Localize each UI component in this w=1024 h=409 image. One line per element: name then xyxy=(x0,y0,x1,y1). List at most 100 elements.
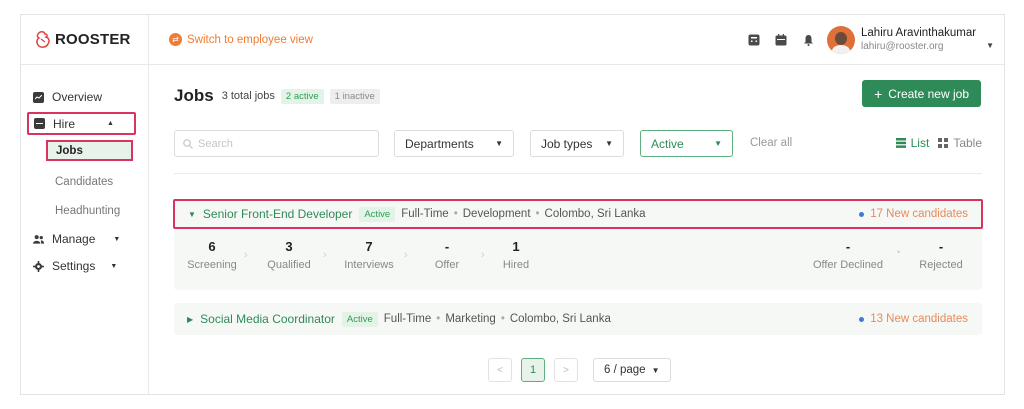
user-name: Lahiru Aravinthakumar xyxy=(861,27,977,40)
sidebar-item-label: Hire xyxy=(53,116,76,131)
sidebar: Overview Hire ▲ Jobs Candidates Headhunt… xyxy=(21,65,149,394)
job-status-badge: Active xyxy=(341,311,378,327)
list-view-button[interactable]: List xyxy=(895,136,929,150)
stage-count: 1 xyxy=(512,239,520,254)
users-icon xyxy=(33,234,44,245)
job-location: Colombo, Sri Lanka xyxy=(544,208,646,220)
sidebar-item-headhunting[interactable]: Headhunting xyxy=(55,205,120,217)
job-row-header[interactable]: ▼ Senior Front-End Developer Active Full… xyxy=(173,199,983,229)
stage-label: Qualified xyxy=(267,259,311,271)
job-types-select[interactable]: Job types ▼ xyxy=(530,130,624,157)
separator-dot: • xyxy=(897,247,901,257)
app-window: ROOSTER ⇄ Switch to employee view Lahiru… xyxy=(20,14,1005,395)
sidebar-item-jobs[interactable]: Jobs xyxy=(46,140,133,161)
clear-all-button[interactable]: Clear all xyxy=(750,137,792,149)
caret-down-icon: ▼ xyxy=(188,209,196,219)
sidebar-item-manage[interactable]: Manage ▼ xyxy=(33,229,120,249)
job-title: Senior Front-End Developer xyxy=(202,207,353,221)
avatar[interactable] xyxy=(827,26,856,54)
new-candidates-label: 17 New candidates xyxy=(870,208,968,220)
next-page-button[interactable]: > xyxy=(554,358,578,382)
new-dot-icon xyxy=(859,316,865,322)
stage-screening[interactable]: 6 Screening xyxy=(186,239,238,271)
view-toggle: List Table xyxy=(895,136,982,150)
chevron-down-icon: ▼ xyxy=(110,262,118,270)
sidebar-item-label: Overview xyxy=(52,90,103,104)
stage-rejected[interactable]: - Rejected xyxy=(912,239,970,271)
chevron-up-icon: ▲ xyxy=(107,120,114,127)
page-button-current[interactable]: 1 xyxy=(521,358,545,382)
new-candidates-indicator[interactable]: 17 New candidates xyxy=(859,208,968,220)
chart-icon xyxy=(33,91,44,103)
avatar-body xyxy=(832,45,851,54)
new-candidates-indicator[interactable]: 13 New candidates xyxy=(859,313,968,325)
rooster-logo-icon xyxy=(36,30,50,48)
sidebar-item-label: Settings xyxy=(52,259,96,273)
sidebar-item-candidates[interactable]: Candidates xyxy=(55,176,113,188)
user-email: lahiru@rooster.org xyxy=(861,40,944,52)
brand[interactable]: ROOSTER xyxy=(21,15,149,64)
separator-dot: • xyxy=(535,208,540,220)
stage-count: - xyxy=(845,239,851,254)
job-type: Full-Time xyxy=(383,313,432,325)
caret-down-icon: ▼ xyxy=(651,365,660,375)
separator-dot: • xyxy=(500,313,505,325)
search-box[interactable] xyxy=(174,130,379,157)
calendar-icon[interactable] xyxy=(774,33,788,47)
sidebar-item-label: Jobs xyxy=(56,144,83,157)
job-row-header[interactable]: ▶ Social Media Coordinator Active Full-T… xyxy=(174,303,982,335)
sidebar-item-settings[interactable]: Settings ▼ xyxy=(33,256,117,276)
grid-icon xyxy=(938,138,949,148)
brand-name: ROOSTER xyxy=(55,31,131,48)
briefcase-icon xyxy=(34,118,45,129)
status-select-label: Active xyxy=(651,136,684,151)
user-info[interactable]: Lahiru Aravinthakumar lahiru@rooster.org xyxy=(861,27,976,53)
job-card: ▶ Social Media Coordinator Active Full-T… xyxy=(174,303,982,335)
job-card: ▼ Senior Front-End Developer Active Full… xyxy=(173,199,983,290)
status-select[interactable]: Active ▼ xyxy=(640,130,733,157)
stage-offer[interactable]: - Offer xyxy=(425,239,469,271)
search-input[interactable] xyxy=(198,137,368,150)
new-dot-icon xyxy=(859,211,865,217)
switch-label: Switch to employee view xyxy=(187,33,313,46)
chevron-right-icon: › xyxy=(244,249,248,261)
sidebar-item-hire[interactable]: Hire ▲ xyxy=(27,112,136,135)
stage-qualified[interactable]: 3 Qualified xyxy=(263,239,315,271)
bell-icon[interactable] xyxy=(801,33,815,47)
page-size-select[interactable]: 6 / page ▼ xyxy=(593,358,671,382)
gear-icon xyxy=(33,260,44,272)
job-department: Marketing xyxy=(445,313,496,325)
chevron-right-icon: › xyxy=(404,249,408,261)
table-view-label: Table xyxy=(953,136,982,150)
user-menu-caret-icon[interactable]: ▼ xyxy=(986,41,994,50)
divider xyxy=(174,173,982,174)
create-button-label: Create new job xyxy=(888,86,969,101)
stage-label: Rejected xyxy=(919,259,963,271)
stage-label: Interviews xyxy=(344,259,394,271)
departments-select[interactable]: Departments ▼ xyxy=(394,130,514,157)
prev-page-button[interactable]: < xyxy=(488,358,512,382)
table-view-button[interactable]: Table xyxy=(938,136,982,150)
avatar-face xyxy=(835,32,848,45)
top-bar: ROOSTER ⇄ Switch to employee view Lahiru… xyxy=(21,15,1004,65)
stage-offer-declined[interactable]: - Offer Declined xyxy=(805,239,891,271)
sidebar-item-overview[interactable]: Overview xyxy=(33,87,102,107)
stage-label: Offer xyxy=(434,259,460,271)
separator-dot: • xyxy=(436,313,441,325)
page-header: Jobs 3 total jobs 2 active 1 inactive xyxy=(174,86,386,106)
job-department: Development xyxy=(462,208,531,220)
job-types-select-label: Job types xyxy=(541,136,593,151)
pipeline-stages: 6 Screening › 3 Qualified › 7 Interviews… xyxy=(174,229,982,289)
stage-hired[interactable]: 1 Hired xyxy=(495,239,537,271)
create-new-job-button[interactable]: + Create new job xyxy=(862,80,981,107)
calculator-icon[interactable] xyxy=(747,33,761,47)
switch-to-employee-view-link[interactable]: ⇄ Switch to employee view xyxy=(169,33,313,46)
separator-dot: • xyxy=(453,208,458,220)
active-count-badge: 2 active xyxy=(280,88,324,104)
switch-icon: ⇄ xyxy=(169,33,182,46)
stage-count: - xyxy=(444,239,450,254)
stage-label: Screening xyxy=(187,259,237,271)
stage-interviews[interactable]: 7 Interviews xyxy=(341,239,397,271)
caret-down-icon: ▼ xyxy=(605,139,613,148)
job-status-badge: Active xyxy=(359,206,396,222)
